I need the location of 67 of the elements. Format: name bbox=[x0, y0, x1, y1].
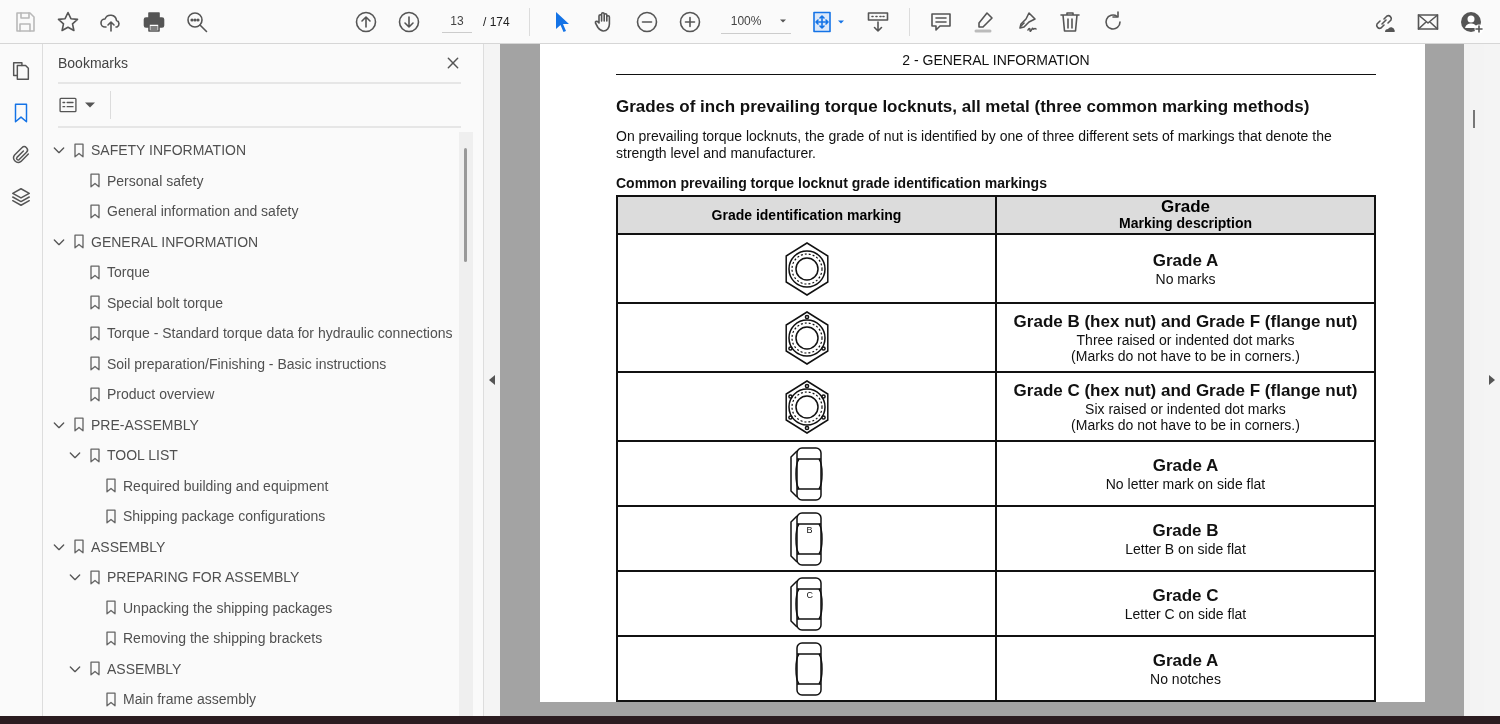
bookmark-item[interactable]: PREPARING FOR ASSEMBLY bbox=[43, 562, 459, 593]
bookmark-item[interactable]: Personal safety bbox=[43, 165, 459, 196]
grade-description: No marks bbox=[1154, 270, 1217, 287]
grade-description: Three raised or indented dot marks bbox=[1075, 331, 1296, 348]
bookmark-item[interactable]: Shipping package configurations bbox=[43, 501, 459, 532]
nut-letter: B bbox=[806, 524, 813, 535]
close-icon[interactable] bbox=[445, 55, 461, 71]
bookmark-item[interactable]: Torque bbox=[43, 257, 459, 288]
grade-name: Grade C (hex nut) and Grade F (flange nut) bbox=[1012, 380, 1359, 401]
search-icon[interactable] bbox=[185, 9, 209, 34]
bookmark-item[interactable]: Unpacking the shipping packages bbox=[43, 592, 459, 623]
bookmark-item[interactable]: Removing the shipping brackets bbox=[43, 623, 459, 654]
nut-letter: C bbox=[806, 589, 813, 600]
zoom-dropdown[interactable]: 100% bbox=[720, 9, 791, 34]
panel-title: Bookmarks bbox=[58, 55, 129, 71]
collapse-handle[interactable] bbox=[484, 44, 500, 716]
grade-name: Grade A bbox=[1151, 650, 1220, 671]
bookmark-item[interactable]: General information and safety bbox=[43, 196, 459, 227]
bookmark-item[interactable]: Required building and equipment bbox=[43, 470, 459, 501]
scrollbar[interactable] bbox=[1464, 44, 1484, 716]
page-number-field[interactable]: 13 bbox=[442, 10, 472, 33]
grade-description: (Marks do not have to be in corners.) bbox=[1070, 347, 1301, 364]
bookmark-item[interactable]: ASSEMBLY bbox=[43, 653, 459, 684]
bookmark-item[interactable]: Soil preparation/Finishing - Basic instructions bbox=[43, 348, 459, 379]
scrollbar[interactable] bbox=[459, 132, 473, 716]
column-header: Grade identification marking bbox=[617, 196, 996, 234]
next-page-icon[interactable] bbox=[397, 9, 421, 34]
column-header: Grade bbox=[1159, 199, 1212, 215]
layers-icon[interactable] bbox=[10, 186, 32, 208]
grade-description: Six raised or indented dot marks bbox=[1084, 400, 1287, 417]
bookmark-item[interactable]: GENERAL INFORMATION bbox=[43, 226, 459, 257]
paperclip-icon[interactable] bbox=[10, 144, 32, 166]
grade-description: (Marks do not have to be in corners.) bbox=[1070, 416, 1301, 433]
grade-description: Letter B on side flat bbox=[1124, 540, 1247, 557]
paragraph: On prevailing torque locknuts, the grade of nut is identified by one of three different sets of markings that denote the strength level and manufacturer. bbox=[616, 128, 1333, 162]
grade-description: No letter mark on side flat bbox=[1104, 475, 1267, 492]
bookmark-item[interactable]: PRE-ASSEMBLY bbox=[43, 409, 459, 440]
grade-name: Grade C bbox=[1151, 585, 1220, 606]
bookmark-item[interactable]: SAFETY INFORMATION bbox=[43, 135, 459, 166]
print-icon[interactable] bbox=[142, 9, 166, 34]
page-header: 2 - GENERAL INFORMATION bbox=[901, 52, 1091, 70]
bookmark-item[interactable]: Torque - Standard torque data for hydraulic connections bbox=[43, 318, 459, 349]
grade-name: Grade A bbox=[1151, 250, 1220, 271]
table-caption: Common prevailing torque locknut grade identification markings bbox=[616, 175, 1048, 191]
grade-name: Grade B bbox=[1151, 520, 1220, 541]
previous-page-icon[interactable] bbox=[354, 9, 378, 34]
bookmark-item[interactable]: ASSEMBLY bbox=[43, 531, 459, 562]
grade-description: No notches bbox=[1149, 670, 1222, 687]
star-icon[interactable] bbox=[56, 9, 80, 34]
grade-description: Letter C on side flat bbox=[1123, 605, 1248, 622]
bookmark-item[interactable]: Special bolt torque bbox=[43, 287, 459, 318]
list-icon bbox=[58, 95, 78, 115]
section-heading: Grades of inch prevailing torque locknuts, all metal (three common marking methods) bbox=[616, 97, 1311, 117]
scroll-mode-icon[interactable] bbox=[865, 9, 890, 34]
trash-icon[interactable] bbox=[1057, 9, 1082, 34]
grade-name: Grade A bbox=[1151, 455, 1220, 476]
bookmark-item[interactable]: Product overview bbox=[43, 379, 459, 410]
column-subheader: Marking description bbox=[1118, 215, 1253, 231]
bookmark-item[interactable]: TOOL LIST bbox=[43, 440, 459, 471]
zoom-in-icon[interactable] bbox=[677, 9, 702, 34]
bookmark-item[interactable]: Main frame assembly bbox=[43, 684, 459, 715]
grade-name: Grade B (hex nut) and Grade F (flange nut) bbox=[1012, 311, 1359, 332]
pages-icon[interactable] bbox=[10, 60, 32, 82]
collapse-handle[interactable] bbox=[1484, 44, 1500, 716]
zoom-out-icon[interactable] bbox=[634, 9, 659, 34]
add-user-icon[interactable] bbox=[1460, 9, 1484, 34]
page-count: / 174 bbox=[483, 14, 510, 29]
